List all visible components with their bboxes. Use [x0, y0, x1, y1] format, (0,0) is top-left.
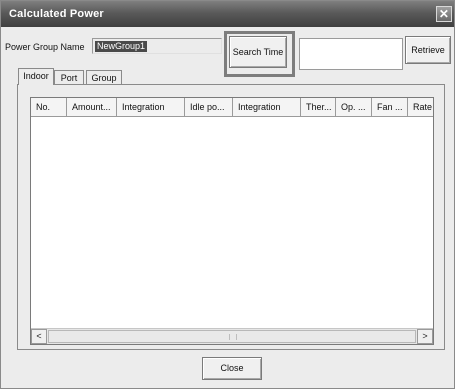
- scrollbar-grip-icon: [229, 334, 237, 340]
- column-header-fan[interactable]: Fan ...: [372, 98, 408, 116]
- scroll-left-arrow-icon[interactable]: <: [31, 329, 47, 344]
- column-header-rate[interactable]: Rate: [408, 98, 433, 116]
- tab-port[interactable]: Port: [54, 70, 84, 85]
- column-header-operation[interactable]: Op. ...: [336, 98, 372, 116]
- tab-group[interactable]: Group: [86, 70, 122, 85]
- tab-indoor[interactable]: Indoor: [18, 68, 54, 85]
- search-time-display-field: [299, 38, 403, 70]
- column-header-thermo[interactable]: Ther...: [301, 98, 336, 116]
- column-header-amount[interactable]: Amount...: [67, 98, 117, 116]
- title-bar[interactable]: Calculated Power ✕: [1, 1, 454, 27]
- power-group-name-value: NewGroup1: [95, 41, 148, 52]
- column-header-no[interactable]: No.: [31, 98, 67, 116]
- power-group-name-field[interactable]: NewGroup1: [92, 38, 222, 54]
- calculated-power-table[interactable]: No. Amount... Integration Idle po... Int…: [30, 97, 434, 345]
- close-button[interactable]: Close: [202, 357, 262, 380]
- table-header: No. Amount... Integration Idle po... Int…: [31, 98, 433, 117]
- scroll-right-arrow-icon[interactable]: >: [417, 329, 433, 344]
- scrollbar-thumb[interactable]: [48, 330, 416, 343]
- calculated-power-window: Calculated Power ✕ Power Group Name NewG…: [0, 0, 455, 389]
- retrieve-button[interactable]: Retrieve: [405, 36, 451, 64]
- horizontal-scrollbar[interactable]: < >: [31, 328, 433, 344]
- column-header-integration[interactable]: Integration: [117, 98, 185, 116]
- close-window-icon[interactable]: ✕: [436, 6, 452, 22]
- search-time-button[interactable]: Search Time: [229, 36, 287, 68]
- column-header-idle-power[interactable]: Idle po...: [185, 98, 233, 116]
- power-group-name-label: Power Group Name: [5, 42, 85, 52]
- column-header-integration-2[interactable]: Integration: [233, 98, 301, 116]
- window-title: Calculated Power: [9, 8, 104, 20]
